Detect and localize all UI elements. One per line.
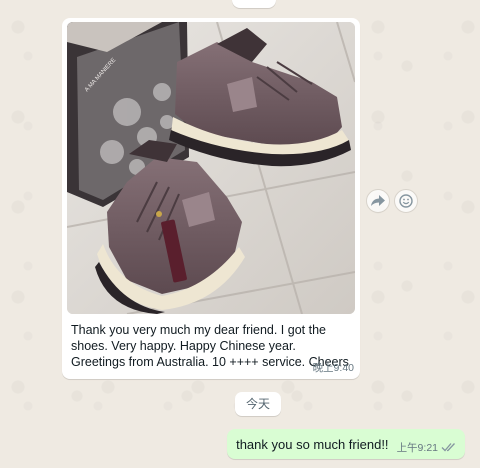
incoming-message-bubble[interactable]: A MA MANIERE Thank you very much my dear… xyxy=(62,18,360,379)
outgoing-timestamp: 上午9:21 xyxy=(396,441,438,454)
shoe-photo-image: A MA MANIERE xyxy=(67,22,355,314)
outgoing-message-text: thank you so much friend!! xyxy=(236,436,389,452)
react-emoji-button[interactable] xyxy=(394,189,418,213)
shoe-photo[interactable]: A MA MANIERE xyxy=(67,22,355,314)
message-caption: Thank you very much my dear friend. I go… xyxy=(71,323,349,369)
date-separator: 今天 xyxy=(235,392,282,416)
forward-button[interactable] xyxy=(366,189,390,213)
incoming-timestamp: 晚上9:40 xyxy=(312,362,354,374)
double-check-icon xyxy=(441,443,455,452)
forward-arrow-icon xyxy=(371,195,385,206)
previous-bubble-edge xyxy=(232,0,276,8)
outgoing-message-bubble[interactable]: thank you so much friend!! 上午9:21 xyxy=(227,429,465,459)
smiley-icon xyxy=(399,194,413,208)
outgoing-meta: 上午9:21 xyxy=(397,440,457,455)
